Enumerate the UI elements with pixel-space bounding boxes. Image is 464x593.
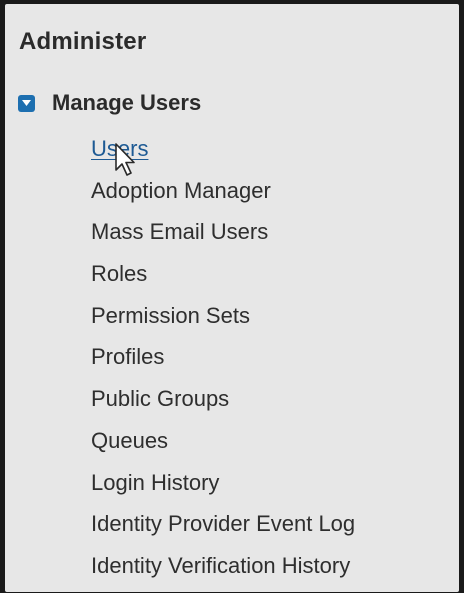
collapse-toggle-icon[interactable] bbox=[18, 94, 35, 112]
manage-users-menu: Users Adoption Manager Mass Email Users … bbox=[91, 134, 355, 593]
menu-item-roles[interactable]: Roles bbox=[91, 259, 355, 301]
admin-setup-panel: Administer Manage Users Users Adoption M… bbox=[5, 4, 459, 592]
menu-item-identity-verification-history[interactable]: Identity Verification History bbox=[91, 551, 355, 593]
menu-item-mass-email-users[interactable]: Mass Email Users bbox=[91, 217, 355, 259]
menu-item-public-groups[interactable]: Public Groups bbox=[91, 384, 355, 426]
menu-item-adoption-manager[interactable]: Adoption Manager bbox=[91, 176, 355, 218]
menu-item-users[interactable]: Users bbox=[91, 134, 355, 176]
manage-users-section-header[interactable]: Manage Users bbox=[18, 90, 201, 116]
panel-title: Administer bbox=[19, 28, 147, 55]
menu-item-queues[interactable]: Queues bbox=[91, 426, 355, 468]
menu-item-login-history[interactable]: Login History bbox=[91, 468, 355, 510]
menu-item-permission-sets[interactable]: Permission Sets bbox=[91, 301, 355, 343]
menu-item-identity-provider-event-log[interactable]: Identity Provider Event Log bbox=[91, 509, 355, 551]
section-label: Manage Users bbox=[52, 90, 202, 115]
menu-item-profiles[interactable]: Profiles bbox=[91, 342, 355, 384]
